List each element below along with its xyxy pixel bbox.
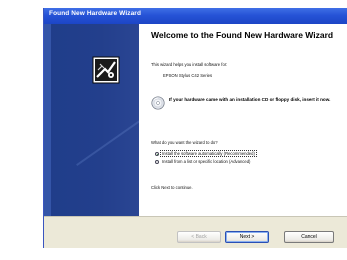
button-bar: < Back Next > Cancel [44,216,347,248]
side-panel-stripe [44,24,51,216]
option-install-automatically[interactable]: Install the software automatically (Reco… [155,150,257,157]
wizard-window: Found New Hardware Wizard Welcome to the… [43,8,347,248]
cd-prompt: If your hardware came with an installati… [169,97,331,102]
intro-text: This wizard helps you install software f… [151,62,228,67]
radio-button[interactable] [155,159,159,164]
option-install-from-list[interactable]: Install from a list or specific location… [155,158,251,165]
wizard-content: Welcome to the Found New Hardware Wizard… [139,24,347,216]
title-bar[interactable]: Found New Hardware Wizard [44,8,347,24]
wizard-heading: Welcome to the Found New Hardware Wizard [151,30,334,40]
device-name: EPSON Stylus C42 Series [163,73,213,78]
question-text: What do you want the wizard to do? [151,140,218,145]
cancel-button[interactable]: Cancel [284,231,334,243]
continue-hint: Click Next to continue. [151,185,193,190]
window-title: Found New Hardware Wizard [49,10,142,17]
side-panel-decoration [76,84,139,166]
cd-icon [151,96,165,110]
wizard-side-panel [44,24,139,216]
option-label[interactable]: Install from a list or specific location… [161,159,251,164]
back-button[interactable]: < Back [177,231,221,243]
hardware-wizard-icon [92,56,120,84]
next-button[interactable]: Next > [225,231,269,243]
option-label[interactable]: Install the software automatically (Reco… [160,150,257,157]
radio-button-selected[interactable] [155,151,159,156]
